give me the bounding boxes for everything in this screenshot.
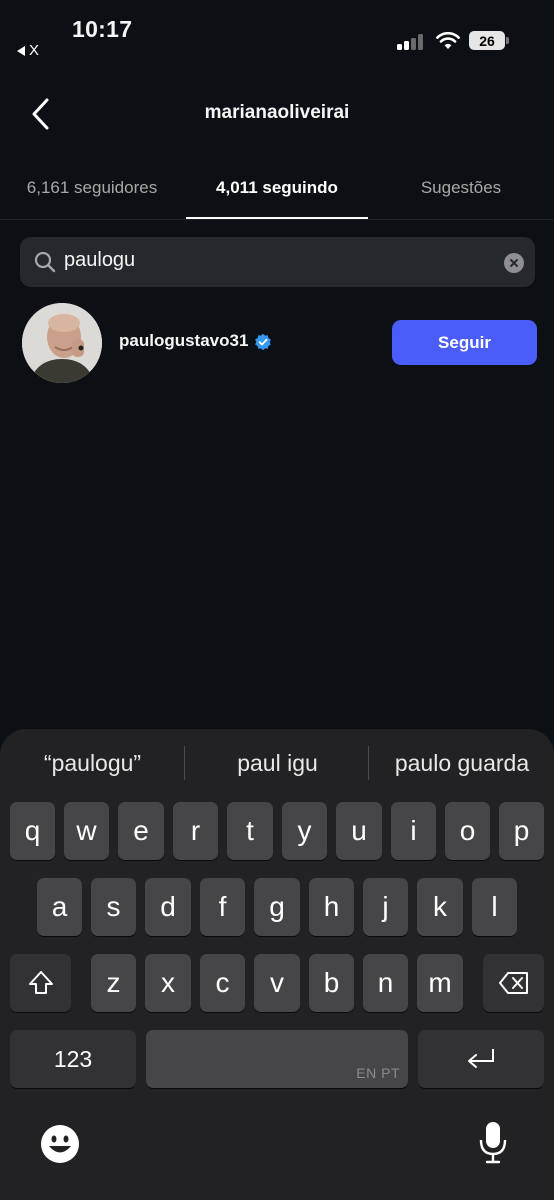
- search-input[interactable]: [64, 249, 484, 272]
- avatar[interactable]: [22, 303, 102, 383]
- key-e[interactable]: e: [118, 802, 164, 860]
- suggestion-literal[interactable]: “paulogu”: [10, 750, 175, 777]
- key-i[interactable]: i: [391, 802, 436, 860]
- key-n[interactable]: n: [363, 954, 408, 1012]
- tab-divider: [0, 219, 554, 220]
- key-c[interactable]: c: [200, 954, 245, 1012]
- key-l[interactable]: l: [472, 878, 517, 936]
- tab-seguindo[interactable]: 4,011 seguindo: [185, 178, 369, 198]
- key-y[interactable]: y: [282, 802, 327, 860]
- page-title: marianaoliveirai: [204, 102, 350, 123]
- key-v[interactable]: v: [254, 954, 300, 1012]
- cellular-signal-icon: [397, 34, 425, 50]
- backspace-icon: [498, 972, 528, 994]
- wifi-icon: [436, 32, 460, 49]
- back-triangle-icon: [17, 45, 25, 56]
- return-key[interactable]: [418, 1030, 544, 1088]
- verified-badge-icon: [255, 333, 271, 351]
- key-k[interactable]: k: [417, 878, 463, 936]
- battery-tip: [506, 37, 509, 44]
- back-to-app-link[interactable]: X: [17, 42, 39, 59]
- shift-key[interactable]: [10, 954, 71, 1012]
- space-language-label: EN PT: [356, 1065, 400, 1081]
- clear-icon[interactable]: [504, 253, 524, 273]
- tab-sugestoes[interactable]: Sugestões: [369, 178, 553, 198]
- key-s[interactable]: s: [91, 878, 136, 936]
- emoji-icon[interactable]: [40, 1124, 80, 1164]
- key-g[interactable]: g: [254, 878, 300, 936]
- battery-indicator: 26: [469, 31, 505, 50]
- back-app-label: X: [29, 42, 40, 59]
- key-d[interactable]: d: [145, 878, 191, 936]
- return-arrow-icon: [468, 1049, 494, 1068]
- key-x[interactable]: x: [145, 954, 191, 1012]
- key-q[interactable]: q: [10, 802, 55, 860]
- numbers-key[interactable]: 123: [10, 1030, 136, 1088]
- key-f[interactable]: f: [200, 878, 245, 936]
- avatar-photo: [22, 303, 102, 383]
- key-p[interactable]: p: [499, 802, 544, 860]
- result-username[interactable]: paulogustavo31: [119, 331, 248, 351]
- key-z[interactable]: z: [91, 954, 136, 1012]
- microphone-icon[interactable]: [478, 1120, 508, 1166]
- shift-arrow-icon: [28, 971, 53, 994]
- key-h[interactable]: h: [309, 878, 354, 936]
- key-j[interactable]: j: [363, 878, 408, 936]
- key-m[interactable]: m: [417, 954, 463, 1012]
- delete-key[interactable]: [483, 954, 544, 1012]
- key-r[interactable]: r: [173, 802, 218, 860]
- tab-seguidores[interactable]: 6,161 seguidores: [0, 178, 184, 198]
- space-bar[interactable]: EN PT: [146, 1030, 408, 1088]
- key-b[interactable]: b: [309, 954, 354, 1012]
- key-t[interactable]: t: [227, 802, 273, 860]
- suggestion-2[interactable]: paul igu: [190, 750, 365, 777]
- key-u[interactable]: u: [336, 802, 382, 860]
- suggestion-divider: [184, 746, 185, 780]
- suggestion-3[interactable]: paulo guarda: [376, 750, 548, 777]
- status-time: 10:17: [72, 16, 133, 42]
- key-w[interactable]: w: [64, 802, 109, 860]
- key-a[interactable]: a: [37, 878, 82, 936]
- search-icon: [34, 251, 56, 273]
- suggestion-divider: [368, 746, 369, 780]
- follow-button[interactable]: Seguir: [392, 320, 537, 365]
- key-o[interactable]: o: [445, 802, 490, 860]
